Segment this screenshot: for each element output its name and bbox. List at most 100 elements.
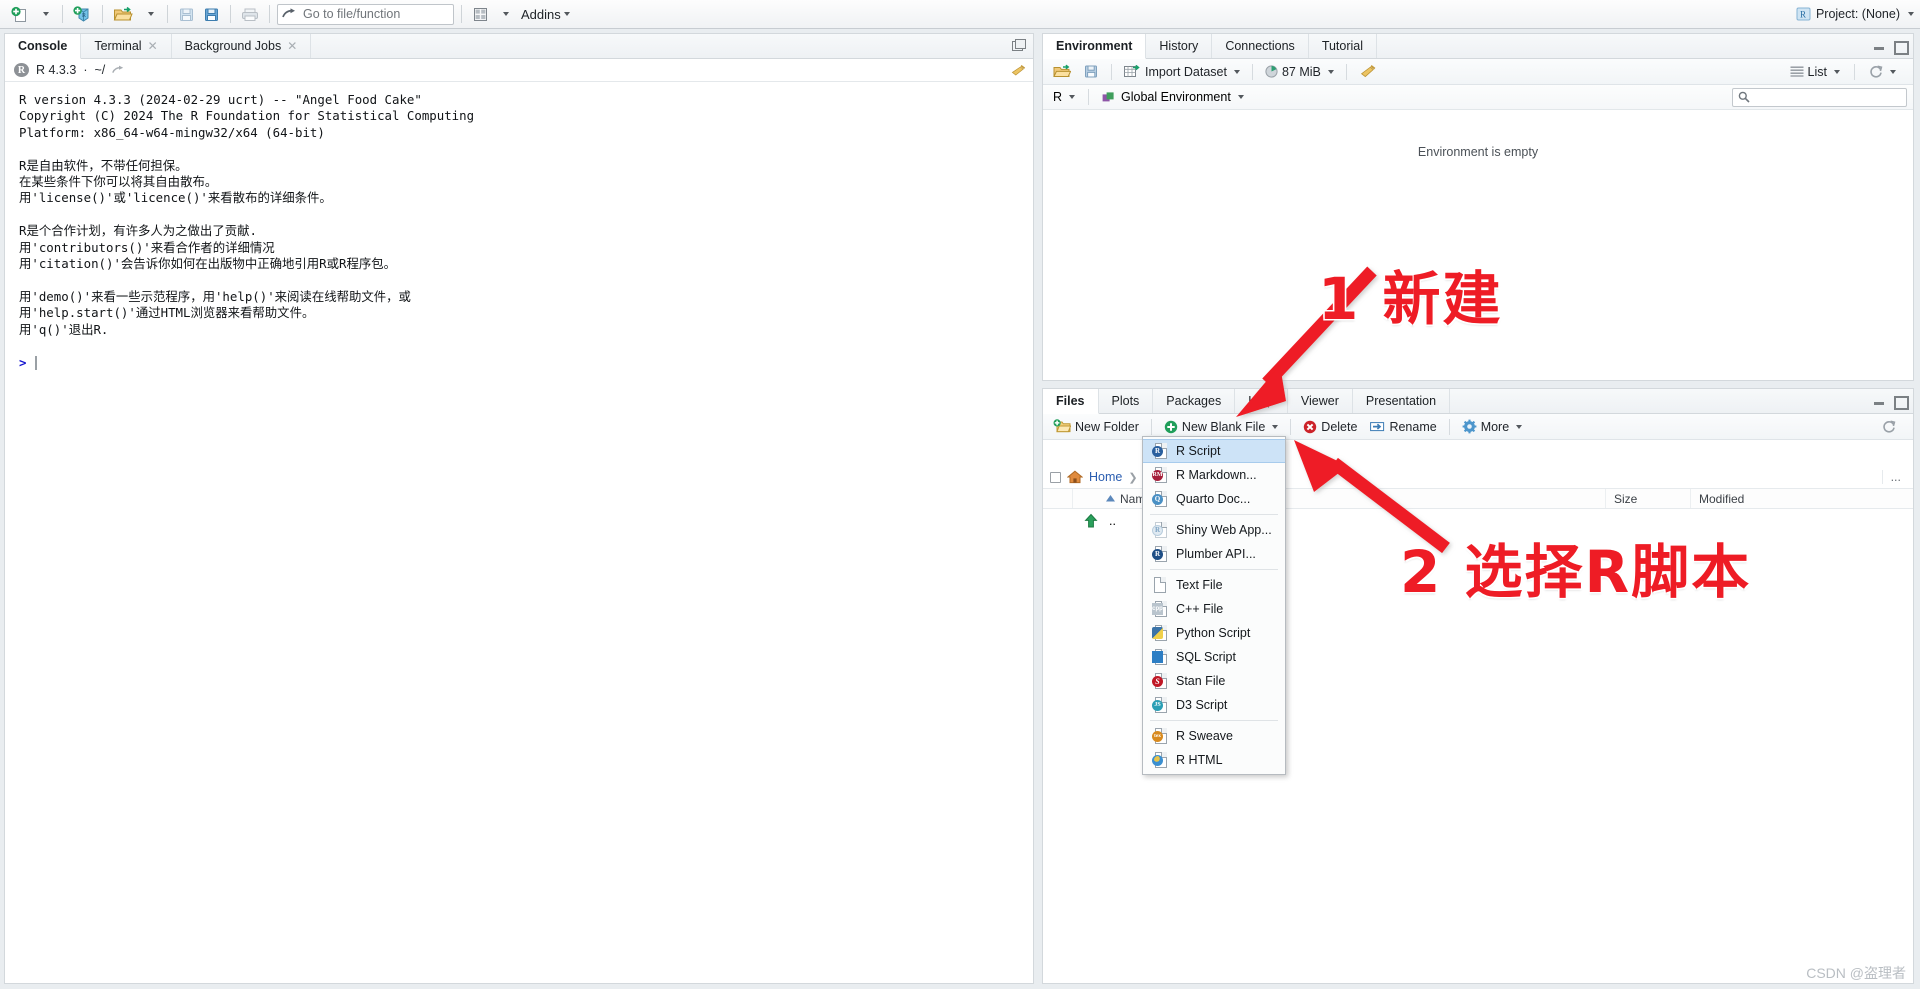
menu-item-python-script[interactable]: Python Script (1143, 621, 1285, 645)
tab-plots[interactable]: Plots (1099, 389, 1154, 413)
open-file-button[interactable] (110, 3, 136, 26)
save-workspace-button[interactable] (1080, 61, 1103, 82)
tab-tutorial-label: Tutorial (1321, 39, 1364, 53)
column-header-size[interactable]: Size (1606, 489, 1691, 508)
svg-text:R: R (1800, 10, 1806, 20)
search-icon (1738, 91, 1750, 103)
breadcrumb-home[interactable]: Home (1089, 470, 1122, 484)
load-workspace-button[interactable] (1049, 61, 1075, 82)
tab-history[interactable]: History (1146, 34, 1213, 58)
menu-item-cpp-file[interactable]: cpp C++ File (1143, 597, 1285, 621)
python-icon (1152, 624, 1167, 642)
menu-separator-3 (1150, 720, 1278, 721)
main-toolbar: R Go to file/function Addins R Project: … (0, 0, 1920, 29)
environment-tabstrip: Environment History Connections Tutorial (1043, 34, 1913, 59)
open-file-dropdown[interactable] (138, 3, 160, 26)
view-mode-label: List (1807, 64, 1827, 79)
project-selector[interactable]: R Project: (None) (1796, 3, 1914, 25)
language-selector[interactable]: R (1049, 87, 1079, 108)
global-environment-label: Global Environment (1121, 90, 1231, 104)
annotation-step-2: 2 选择R脚本 (1400, 538, 1752, 606)
sweave-icon: tex (1152, 727, 1167, 745)
menu-item-cpp-file-label: C++ File (1176, 602, 1224, 616)
r-markdown-icon: RM (1152, 466, 1167, 484)
panes-layout-dropdown[interactable] (493, 3, 515, 26)
environment-content: Environment is empty (1043, 111, 1913, 380)
environment-toolbar-right: List (1786, 61, 1907, 82)
console-popout-icon[interactable] (1012, 38, 1026, 54)
menu-item-r-html[interactable]: R HTML (1143, 748, 1285, 772)
toolbar-divider-2 (102, 5, 103, 23)
menu-item-sql-script-label: SQL Script (1176, 650, 1236, 664)
refresh-files-button[interactable] (1878, 416, 1900, 437)
list-view-icon (1790, 66, 1804, 77)
new-folder-button[interactable]: New Folder (1049, 416, 1143, 437)
files-more-options-button[interactable]: ... (1881, 470, 1913, 484)
select-all-checkbox[interactable] (1050, 471, 1061, 483)
tab-terminal[interactable]: Terminal ✕ (81, 34, 172, 58)
save-all-button[interactable] (200, 3, 223, 26)
tab-environment[interactable]: Environment (1043, 34, 1147, 59)
environment-minimize-icon[interactable] (1873, 41, 1886, 52)
menu-item-stan-file[interactable]: S Stan File (1143, 669, 1285, 693)
tab-terminal-label: Terminal (94, 39, 142, 53)
panes-layout-button[interactable] (469, 3, 491, 26)
import-dataset-button[interactable]: Import Dataset (1120, 61, 1244, 82)
console-text-cursor (35, 355, 38, 370)
memory-usage-button[interactable]: 87 MiB (1261, 61, 1338, 82)
new-file-dropdown[interactable] (33, 3, 55, 26)
tab-background-jobs[interactable]: Background Jobs ✕ (172, 34, 312, 58)
tab-tutorial[interactable]: Tutorial (1309, 34, 1378, 58)
environment-search-input[interactable] (1732, 87, 1907, 107)
new-project-button[interactable]: R (70, 3, 95, 26)
menu-item-text-file-label: Text File (1176, 578, 1223, 592)
files-minimize-icon[interactable] (1873, 396, 1886, 407)
r-script-icon: R (1152, 442, 1167, 460)
menu-item-d3-script-label: D3 Script (1176, 698, 1228, 712)
menu-item-sql-script[interactable]: SQL Script (1143, 645, 1285, 669)
menu-item-d3-script[interactable]: JS D3 Script (1143, 693, 1285, 717)
console-broom-icon[interactable] (1010, 64, 1026, 76)
console-open-dir-icon[interactable] (112, 65, 125, 76)
menu-item-quarto-doc-label: Quarto Doc... (1176, 492, 1251, 506)
print-button[interactable] (238, 3, 262, 26)
home-icon[interactable] (1067, 470, 1083, 484)
column-header-modified[interactable]: Modified (1691, 489, 1913, 508)
files-maximize-icon[interactable] (1893, 395, 1909, 410)
tab-background-jobs-close-icon[interactable]: ✕ (287, 39, 297, 53)
environment-toolbar-divider-4 (1854, 63, 1855, 80)
console-output-area[interactable]: R version 4.3.3 (2024-02-29 ucrt) -- "An… (5, 83, 1033, 983)
clear-objects-button[interactable] (1355, 61, 1380, 82)
environment-maximize-icon[interactable] (1893, 40, 1909, 55)
menu-item-r-sweave[interactable]: tex R Sweave (1143, 724, 1285, 748)
global-environment-selector[interactable]: Global Environment (1098, 87, 1248, 108)
new-folder-icon (1053, 419, 1071, 433)
goto-arrow-icon (282, 7, 295, 17)
language-label: R (1053, 90, 1063, 104)
tab-plots-label: Plots (1111, 394, 1140, 408)
files-toolbar-divider (1150, 418, 1152, 435)
view-mode-button[interactable]: List (1786, 61, 1844, 82)
tab-connections[interactable]: Connections (1212, 34, 1309, 58)
tab-files[interactable]: Files (1043, 389, 1099, 414)
files-toolbar-divider-3 (1448, 418, 1450, 435)
tab-history-label: History (1159, 39, 1199, 53)
broom-icon (1360, 65, 1376, 78)
rhtml-icon (1152, 751, 1167, 769)
sql-icon (1152, 648, 1167, 666)
console-prompt-line[interactable]: > (19, 355, 1033, 370)
column-header-icon (1073, 489, 1098, 508)
console-working-dir: ~/ (94, 63, 106, 77)
refresh-environment-button[interactable] (1865, 61, 1900, 82)
files-tabstrip: Files Plots Packages Help Viewer Present… (1043, 389, 1913, 414)
d3-icon: JS (1152, 696, 1167, 714)
addins-button[interactable]: Addins (517, 7, 574, 22)
new-file-button[interactable] (8, 3, 31, 26)
annotation-step-1: 1 新建 (1318, 265, 1503, 333)
more-button[interactable]: More (1458, 416, 1526, 437)
goto-file-function-input[interactable]: Go to file/function (277, 3, 454, 25)
tab-terminal-close-icon[interactable]: ✕ (148, 39, 158, 53)
tab-console[interactable]: Console (5, 34, 82, 59)
menu-item-r-script-label: R Script (1176, 444, 1221, 458)
save-button[interactable] (175, 3, 198, 26)
